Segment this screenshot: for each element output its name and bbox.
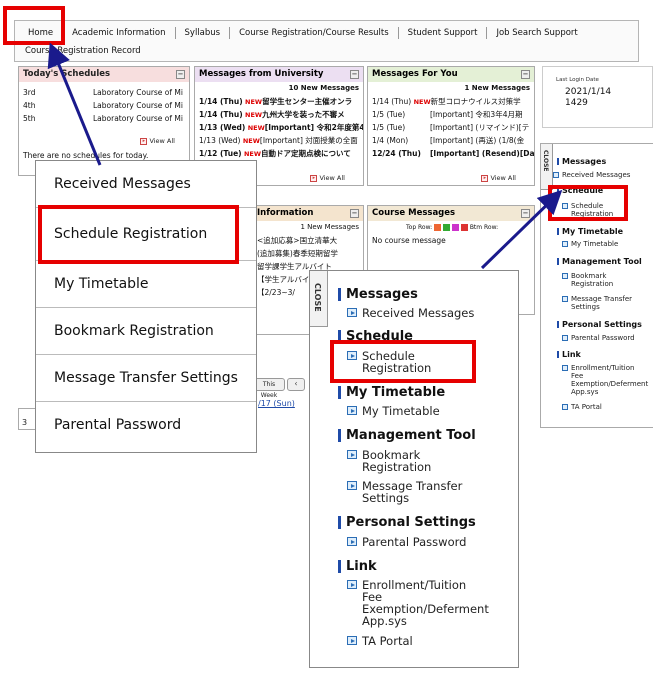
annotation-arrows bbox=[47, 42, 563, 270]
arrow-to-home bbox=[47, 42, 102, 166]
arrow-to-side-schedule bbox=[480, 189, 563, 270]
